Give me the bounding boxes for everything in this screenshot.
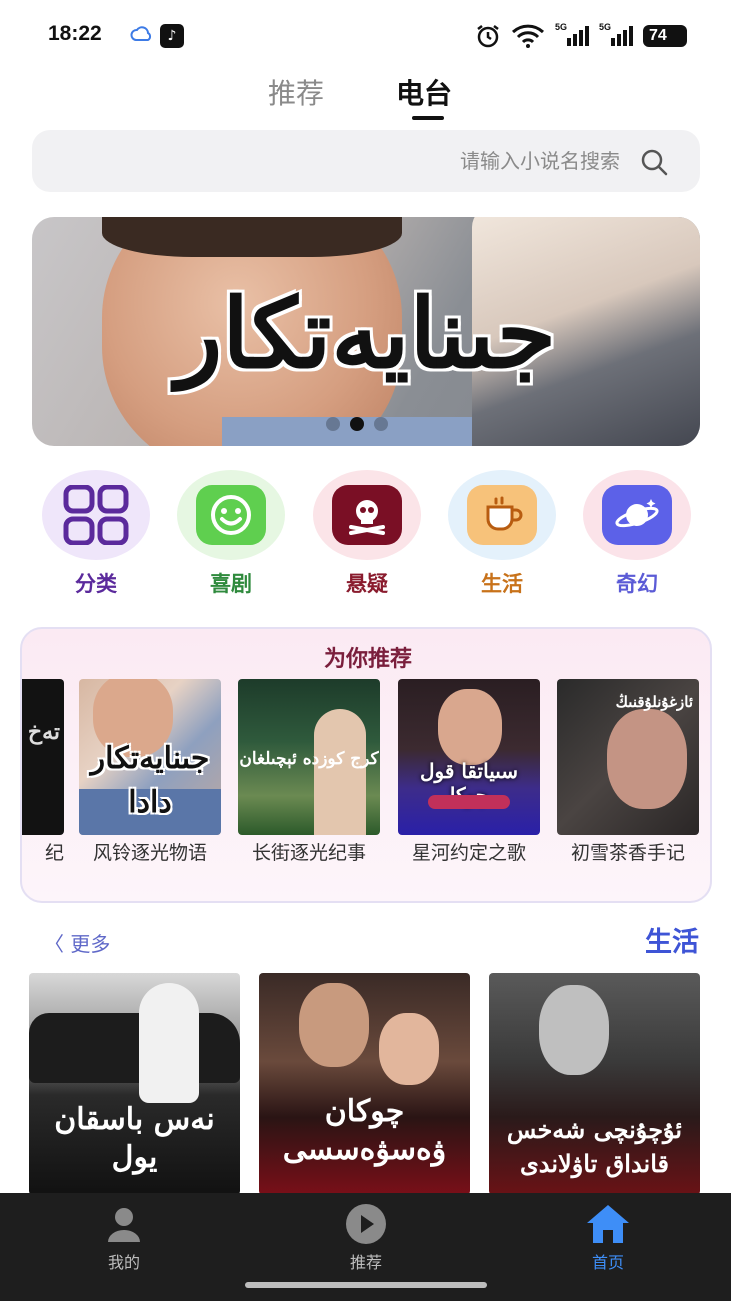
more-label: 更多	[70, 932, 111, 956]
top-tabs: 推荐 电台	[0, 72, 731, 122]
category-comedy[interactable]: 喜剧	[175, 470, 287, 598]
battery-icon: 74	[643, 25, 693, 47]
alarm-icon	[477, 25, 499, 48]
cover-car	[29, 1013, 240, 1083]
coffee-icon	[467, 485, 537, 545]
recommend-label: 风铃逐光物语	[92, 842, 207, 864]
cover-face	[539, 985, 609, 1075]
carousel-dots	[326, 417, 388, 431]
recommend-item[interactable]: جىنايەتكار دادا 风铃逐光物语	[79, 679, 221, 865]
banner-carousel[interactable]: جىنايەتكار	[32, 217, 700, 446]
chevron-left-icon: 〈	[44, 932, 71, 956]
category-row: 分类 喜剧 悬疑 生活 奇幻	[0, 470, 731, 600]
life-item-title: ئۇچۇنچى شەخس قانداق تاۋلاندى	[506, 1115, 683, 1178]
life-item-title: نەس باسقان يول	[54, 1102, 215, 1175]
cover-face	[438, 689, 502, 765]
nav-label: 推荐	[349, 1253, 382, 1272]
category-circle	[177, 470, 285, 560]
category-circle	[448, 470, 556, 560]
status-time: 18:22	[48, 22, 102, 45]
status-bar: 18:22 ♪ 5G 5G 74	[0, 0, 731, 70]
signal-label: 5G	[555, 22, 568, 32]
tab-active-indicator	[412, 116, 444, 120]
tiktok-icon: ♪	[160, 24, 184, 48]
smile-icon	[196, 485, 266, 545]
grid-icon	[63, 485, 129, 545]
category-label: 分类	[75, 572, 117, 596]
nav-label: 首页	[591, 1253, 624, 1272]
cover-text: كرج كوزدە ئېچىلغان	[239, 749, 379, 769]
recommend-label: 初雪茶香手记	[570, 842, 685, 864]
nav-label: 我的	[107, 1253, 140, 1272]
cover-face	[299, 983, 369, 1067]
carousel-dot[interactable]	[326, 417, 340, 431]
home-icon	[584, 1201, 632, 1247]
recommend-cover: تەخ	[22, 679, 64, 835]
life-item[interactable]: نەس باسقان يول	[29, 973, 240, 1195]
signal-label-2: 5G	[599, 22, 612, 32]
cover-text: تەخ	[27, 719, 60, 745]
category-circle	[42, 470, 150, 560]
more-link[interactable]: 〈 更多	[44, 928, 110, 957]
nav-mine[interactable]: 我的	[64, 1201, 184, 1273]
planet-icon	[602, 485, 672, 545]
cover-text: جىنايەتكار دادا	[90, 741, 210, 820]
category-suspense[interactable]: 悬疑	[311, 470, 423, 598]
life-item[interactable]: ئۇچۇنچى شەخس قانداق تاۋلاندى	[489, 973, 700, 1195]
user-icon	[100, 1201, 148, 1247]
nav-recommend[interactable]: 推荐	[306, 1201, 426, 1273]
category-classify[interactable]: 分类	[40, 470, 152, 598]
recommend-cover: كرج كوزدە ئېچىلغان	[238, 679, 380, 835]
home-indicator[interactable]	[245, 1282, 487, 1288]
category-life[interactable]: 生活	[446, 470, 558, 598]
nav-home[interactable]: 首页	[548, 1201, 668, 1273]
recommend-item[interactable]: تەخ 纪	[22, 679, 64, 865]
recommend-cover: ئازغۇنلۇقنىڭ	[557, 679, 699, 835]
recommend-title: 为你推荐	[323, 647, 412, 672]
signal-icon-2: 5G	[599, 22, 633, 48]
search-icon[interactable]	[640, 148, 668, 176]
tab-radio[interactable]: 电台	[396, 72, 452, 112]
cover-text: ئازغۇنلۇقنىڭ	[615, 693, 693, 711]
search-bar	[32, 130, 700, 192]
category-label: 悬疑	[346, 572, 388, 596]
category-circle	[583, 470, 691, 560]
cloud-app-icon	[130, 26, 152, 41]
life-item[interactable]: چوكان ۋەسۋەسسى	[259, 973, 470, 1195]
category-label: 喜剧	[210, 572, 252, 596]
banner-hair-image	[102, 217, 402, 257]
recommend-item[interactable]: سىياتقا قول چوكا 星河约定之歌	[398, 679, 540, 865]
signal-icon: 5G	[555, 22, 589, 48]
recommend-label: 长街逐光纪事	[251, 842, 366, 864]
play-icon	[342, 1201, 390, 1247]
recommend-label: 纪	[44, 842, 64, 864]
cover-badge	[428, 795, 510, 809]
carousel-dot[interactable]	[374, 417, 388, 431]
category-fantasy[interactable]: 奇幻	[581, 470, 693, 598]
skull-icon	[332, 485, 402, 545]
banner-title: جىنايەتكار	[175, 277, 557, 390]
recommend-cover: جىنايەتكار دادا	[79, 679, 221, 835]
section-title-life: 生活	[645, 927, 699, 958]
wifi-icon	[511, 24, 545, 48]
life-item-title: چوكان ۋەسۋەسسى	[282, 1094, 447, 1167]
cover-figure	[139, 983, 199, 1103]
recommend-item[interactable]: ئازغۇنلۇقنىڭ 初雪茶香手记	[557, 679, 699, 865]
category-circle	[313, 470, 421, 560]
carousel-dot-active[interactable]	[350, 417, 364, 431]
category-label: 奇幻	[616, 572, 658, 596]
cover-face-2	[379, 1013, 439, 1085]
recommend-cover: سىياتقا قول چوكا	[398, 679, 540, 835]
tab-recommend[interactable]: 推荐	[268, 72, 324, 112]
recommend-item[interactable]: كرج كوزدە ئېچىلغان 长街逐光纪事	[238, 679, 380, 865]
category-label: 生活	[481, 572, 523, 596]
recommend-label: 星河约定之歌	[411, 842, 526, 864]
recommend-card: 为你推荐 تەخ 纪 جىنايەتكار دادا 风铃逐光物语 كرج كو…	[20, 627, 712, 903]
cover-figure	[314, 709, 366, 835]
search-input[interactable]	[120, 130, 620, 192]
cover-face	[607, 709, 687, 809]
